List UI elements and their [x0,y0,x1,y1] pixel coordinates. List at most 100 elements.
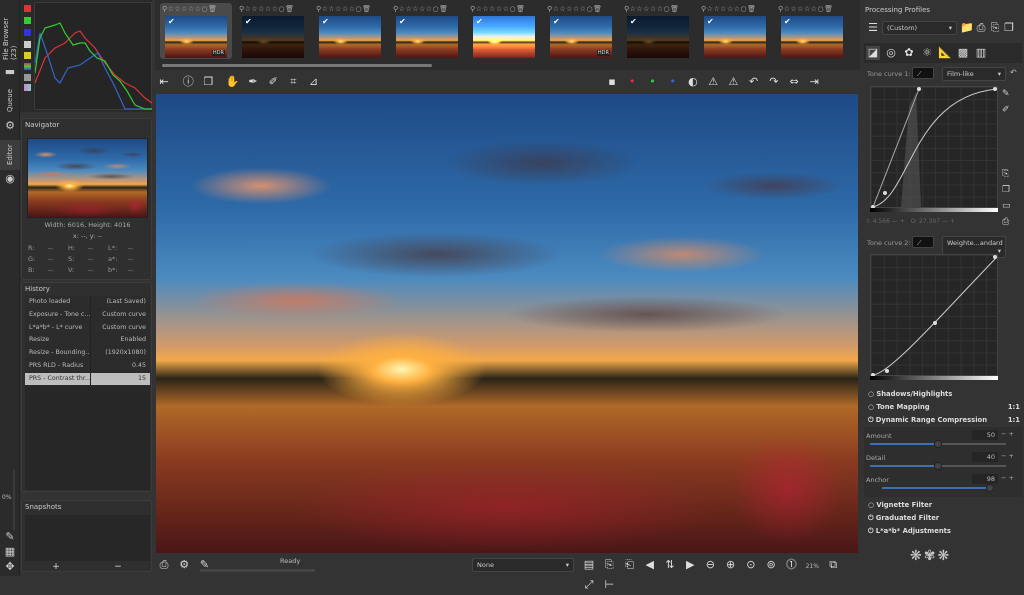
sync-icon[interactable]: ⇅ [663,558,677,572]
processing-profile-select[interactable]: (Custom) ▾ [882,21,957,35]
before-after-icon[interactable]: ❐ [201,75,215,89]
section-dynamic-range-compression[interactable]: ⏻ Dynamic Range Compression 1:1 [868,416,1020,425]
crop-icon[interactable]: ⌗ [286,75,300,89]
reset-icon[interactable]: ↶ [1010,68,1017,77]
zoom-out-icon[interactable]: ⊖ [703,558,717,572]
history-item[interactable]: Resize - Bounding... (1920x1080) [25,347,150,360]
edit-point-icon[interactable]: ✎ [1002,89,1010,99]
tab-advanced-icon[interactable]: ⚛ [920,46,934,60]
history-item-selected[interactable]: PRS - Contrast thr... 15 [25,372,150,386]
hide-panels-icon[interactable]: ⊢ [602,578,616,592]
hide-panel-icon[interactable]: ⇤ [157,75,171,89]
highlight-clip-icon[interactable]: ⚠ [726,75,740,89]
thumbnail-rating[interactable]: ⚲☆☆☆☆☆○🗑 [701,5,757,13]
picker-icon[interactable]: ✐ [1002,105,1010,115]
preview-mode-icon[interactable]: ◐ [686,75,700,89]
channel-r-icon[interactable]: • [625,75,639,89]
info-icon[interactable]: ⓘ [181,75,195,89]
output-value[interactable]: 27.397 [919,218,940,225]
save-curve-icon[interactable]: ⎙ [1002,217,1009,227]
aperture-icon[interactable]: ◉ [4,173,16,185]
chroma-toggle[interactable] [24,52,31,59]
tab-transform-icon[interactable]: 📐 [938,46,952,60]
previous-image-icon[interactable]: ◀ [643,558,657,572]
stepper-icon[interactable]: − + [1001,430,1014,438]
section-vignette-filter[interactable]: ○ Vignette Filter [868,501,932,509]
detail-slider[interactable]: Detail 40− + [866,452,1016,470]
navigator-preview[interactable] [27,138,148,218]
raw-toggle[interactable] [24,63,31,70]
stepper-icon[interactable]: − + [1001,452,1014,460]
queue-icon[interactable]: ⚙ [177,558,191,572]
shadow-clip-icon[interactable]: ⚠ [706,75,720,89]
paste-profile-icon[interactable]: ⎘ [988,21,1002,35]
copy-curve-icon[interactable]: ❐ [1002,185,1010,195]
color-profile-icon[interactable]: ▤ [582,558,596,572]
rotate-right-icon[interactable]: ↷ [767,75,781,89]
history-item[interactable]: L*a*b* - L* curve Custom curve [25,321,150,335]
section-lab-adjustments[interactable]: ⏻ L*a*b* Adjustments [868,527,951,536]
rotate-left-icon[interactable]: ↶ [747,75,761,89]
paste-curve-icon[interactable]: ⎘ [1002,169,1009,179]
fullscreen-icon[interactable]: ⤢ [582,578,596,592]
copy-profile-icon[interactable]: ❐ [1002,21,1016,35]
save-profile-icon[interactable]: ⎙ [974,21,988,35]
thumbnail[interactable]: ⚲☆☆☆☆☆○🗑 ✔ HDR [545,3,617,59]
slider-value[interactable]: 50 [972,430,998,440]
thumbnail-rating[interactable]: ⚲☆☆☆☆☆○🗑 [778,5,834,13]
zoom-fit-crop-icon[interactable]: ⊚ [764,558,778,572]
mode-toggle[interactable] [24,84,31,91]
tone-curve-1-mode[interactable]: Film-like ▾ [942,67,1006,81]
next-image-icon[interactable]: ▶ [683,558,697,572]
thumbnail[interactable]: ⚲☆☆☆☆☆○🗑 ✔ [391,3,463,59]
profile-select[interactable]: None ▾ [472,558,574,572]
tab-exposure-icon[interactable]: ◪ [866,46,880,60]
blue-channel-toggle[interactable] [24,29,31,36]
tab-color-icon[interactable]: ✿ [902,46,916,60]
green-channel-toggle[interactable] [24,17,31,24]
slider-knob[interactable] [934,462,942,470]
panels-icon[interactable]: ▦ [4,546,16,558]
history-item[interactable]: Exposure - Tone c... Custom curve [25,308,150,322]
amount-slider[interactable]: Amount 50− + [866,430,1016,448]
thumbnail-rating[interactable]: ⚲☆☆☆☆☆○🗑 [316,5,372,13]
thumbnail-rating[interactable]: ⚲☆☆☆☆☆○🗑 [470,5,526,13]
gamut-icon[interactable]: ⎘ [602,558,616,572]
input-value[interactable]: 4.566 [873,218,890,225]
soft-proof-icon[interactable]: ⎗ [622,558,636,572]
tab-raw-icon[interactable]: ▩ [956,46,970,60]
section-graduated-filter[interactable]: ⏻ Graduated Filter [868,514,939,523]
thumbnail-rating[interactable]: ⚲☆☆☆☆☆○🗑 [239,5,295,13]
magic-icon[interactable]: ✎ [4,531,16,543]
tone-curve-2-editor[interactable] [870,254,998,377]
thumbnail-rating[interactable]: ⚲☆☆☆☆☆○🗑 [624,5,680,13]
channel-g-icon[interactable]: • [645,75,659,89]
thumbnail-rating[interactable]: ⚲☆☆☆☆☆○🗑 [393,5,449,13]
tone-curve-1-editor[interactable] [870,86,998,209]
focus-mask-icon[interactable]: ▪ [605,75,619,89]
curve-type-1-icon[interactable]: ⟋ [912,67,934,79]
gears-icon[interactable]: ⚙ [4,120,16,132]
open-profile-icon[interactable]: 📁 [960,21,974,35]
thumbnail[interactable]: ⚲☆☆☆☆☆○🗑 ✔ [622,3,694,59]
filmstrip-scrollbar[interactable] [162,64,432,67]
channel-b-icon[interactable]: • [666,75,680,89]
thumbnail[interactable]: ⚲☆☆☆☆☆○🗑 ✔ [776,3,848,59]
bar-toggle[interactable] [24,74,31,81]
thumbnail[interactable]: ⚲☆☆☆☆☆○🗑 ✔ [237,3,309,59]
remove-snapshot-button[interactable]: − [87,562,149,572]
profile-list-icon[interactable]: ☰ [866,21,880,35]
flip-icon[interactable]: ⇔ [787,75,801,89]
zoom-fit-icon[interactable]: ⊙ [744,558,758,572]
hand-icon[interactable]: ✋ [226,75,240,89]
save-icon[interactable]: ⎙ [157,558,171,572]
zoom-100-icon[interactable]: ⓵ [784,558,798,572]
thumbnail[interactable]: ⚲☆☆☆☆☆○🗑 ✔ [314,3,386,59]
thumbnail[interactable]: ⚲☆☆☆☆☆○🗑 ✔ HDR [160,3,232,59]
thumbnail[interactable]: ⚲☆☆☆☆☆○🗑 ✔ [699,3,771,59]
tab-metadata-icon[interactable]: ▥ [974,46,988,60]
tab-editor[interactable]: Editor [0,140,20,170]
anchor-slider[interactable]: Anchor 98− + [866,474,1016,492]
zoom-in-icon[interactable]: ⊕ [724,558,738,572]
add-snapshot-button[interactable]: + [25,562,87,572]
